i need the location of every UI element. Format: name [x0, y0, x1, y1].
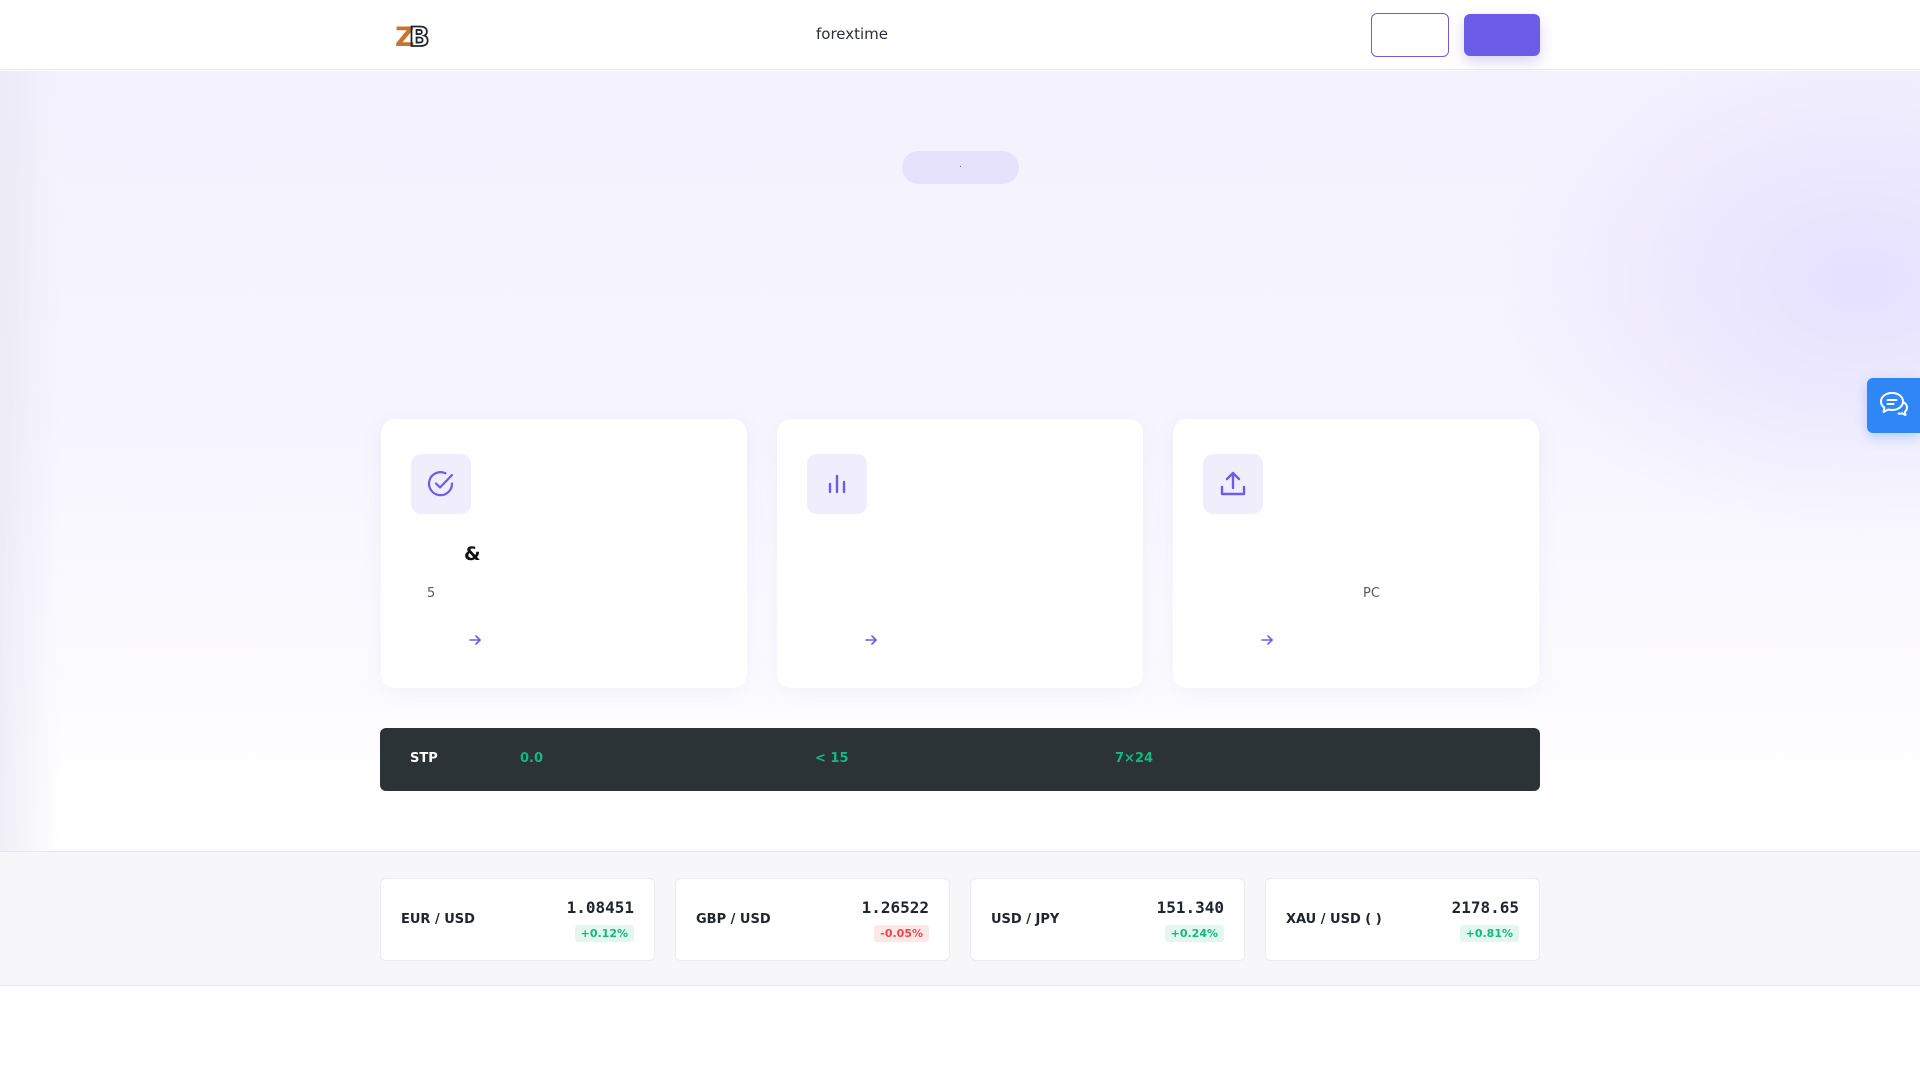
stats-bar: STP 0.0 < 15 7×24 [380, 728, 1540, 791]
chat-button[interactable] [1867, 378, 1920, 433]
quote-change: +0.12% [574, 925, 634, 942]
quote-pair: USD / JPY [991, 912, 1060, 927]
upload-icon [1203, 454, 1263, 514]
arrow-right-icon[interactable] [468, 632, 482, 646]
quote-change: +0.81% [1459, 925, 1519, 942]
feature-description: 5 [427, 586, 436, 601]
quote-card[interactable]: XAU / USD ( ) 2178.65 +0.81% [1265, 878, 1540, 961]
quote-card[interactable]: EUR / USD 1.08451 +0.12% [380, 878, 655, 961]
quote-pair: GBP / USD [696, 912, 771, 927]
quote-price: 1.08451 [566, 898, 634, 917]
chat-bubbles-icon [1879, 390, 1909, 422]
hero-badge: · [902, 151, 1019, 184]
hero-edge-shade [0, 71, 60, 851]
quote-pair: XAU / USD ( ) [1286, 912, 1382, 927]
brand-name[interactable]: forextime [816, 25, 888, 43]
market-ticker: EUR / USD 1.08451 +0.12% GBP / USD 1.265… [0, 851, 1920, 986]
quote-change: -0.05% [874, 925, 929, 942]
feature-card-1[interactable]: & 5 [381, 419, 747, 688]
site-header: Z B forextime [0, 0, 1920, 70]
logo[interactable]: Z B [395, 20, 435, 54]
signup-button[interactable] [1464, 14, 1540, 56]
feature-card-3[interactable]: PC [1173, 419, 1539, 688]
quote-card[interactable]: GBP / USD 1.26522 -0.05% [675, 878, 950, 961]
quote-pair: EUR / USD [401, 912, 475, 927]
feature-description: PC [1363, 586, 1380, 601]
quote-change: +0.24% [1164, 925, 1224, 942]
bar-chart-icon [807, 454, 867, 514]
stat-label: STP [410, 751, 438, 766]
feature-title: & [464, 543, 481, 565]
arrow-right-icon[interactable] [864, 632, 878, 646]
quote-card[interactable]: USD / JPY 151.340 +0.24% [970, 878, 1245, 961]
quote-price: 2178.65 [1451, 898, 1519, 917]
feature-card-2[interactable] [777, 419, 1143, 688]
hero-badge-text: · [958, 162, 963, 173]
check-circle-icon [411, 454, 471, 514]
quote-price: 1.26522 [861, 898, 929, 917]
stat-execution-value: < 15 [815, 751, 849, 766]
svg-text:B: B [409, 22, 430, 50]
quote-price: 151.340 [1156, 898, 1224, 917]
login-button[interactable] [1371, 13, 1449, 57]
arrow-right-icon[interactable] [1260, 632, 1274, 646]
stat-support-value: 7×24 [1115, 751, 1154, 766]
stat-spread-value: 0.0 [520, 751, 544, 766]
